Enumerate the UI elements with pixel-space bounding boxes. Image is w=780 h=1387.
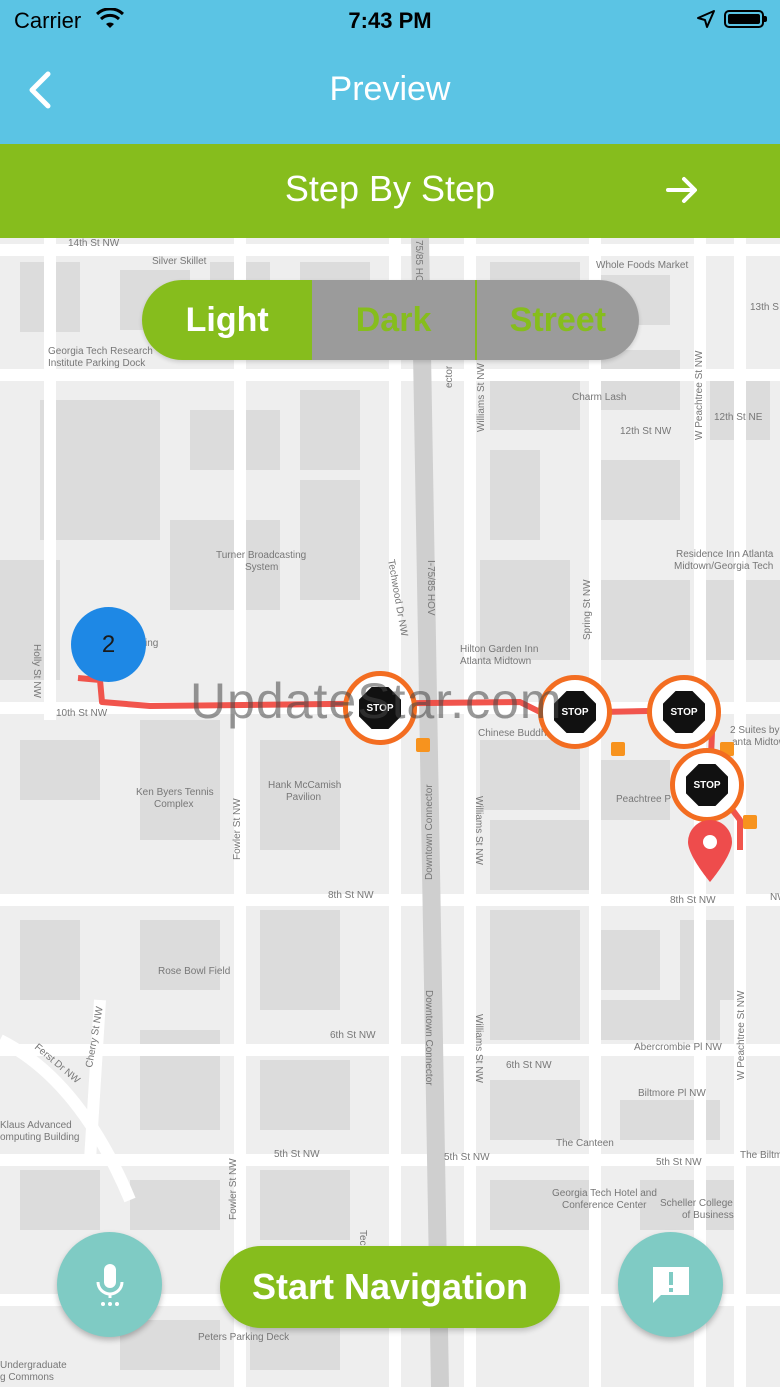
step-by-step-button[interactable]: Step By Step bbox=[0, 144, 780, 238]
map-label: anta Midtown bbox=[732, 737, 780, 748]
clock: 7:43 PM bbox=[348, 8, 432, 33]
map-label: Downtown Connector bbox=[424, 784, 435, 880]
map-label: System bbox=[245, 562, 278, 573]
map-label: W Peachtree St NW bbox=[694, 350, 705, 440]
stop-sign-icon: STOP bbox=[663, 691, 705, 733]
map-label: 12th St NW bbox=[620, 426, 672, 437]
stop-marker[interactable]: STOP bbox=[670, 748, 757, 829]
map-label: of Business bbox=[682, 1210, 734, 1221]
stop-sign-icon: STOP bbox=[554, 691, 596, 733]
destination-pin-icon[interactable] bbox=[686, 820, 734, 889]
map-label: omputing Building bbox=[0, 1132, 80, 1143]
map-label: 8th St NW bbox=[670, 895, 716, 906]
map-style-selector: Light Dark Street bbox=[142, 280, 639, 360]
marker-tail bbox=[743, 815, 757, 829]
step-by-step-label: Step By Step bbox=[284, 168, 496, 209]
map-label: 6th St NW bbox=[506, 1060, 552, 1071]
map-label: 10th St NW bbox=[56, 708, 108, 719]
map-label: Hilton Garden Inn bbox=[460, 644, 538, 655]
map-label: 12th St NE bbox=[714, 412, 763, 423]
map-label: Hank McCamish bbox=[268, 780, 341, 791]
map-label: Conference Center bbox=[562, 1200, 647, 1211]
map-label: Pavilion bbox=[286, 792, 321, 803]
map-label: Tec bbox=[357, 1230, 368, 1246]
map-label: Biltmore Pl NW bbox=[638, 1088, 706, 1099]
map-label: 2 Suites by Hi bbox=[730, 725, 780, 736]
map-label: Holly St NW bbox=[31, 644, 42, 698]
map-label: Residence Inn Atlanta bbox=[676, 549, 774, 560]
map-label: Georgia Tech Research bbox=[48, 346, 153, 357]
map-label: NW bbox=[770, 892, 780, 903]
map-label: Georgia Tech Hotel and bbox=[552, 1188, 657, 1199]
voice-button[interactable] bbox=[57, 1232, 162, 1337]
map-label: g Commons bbox=[0, 1372, 54, 1383]
map-label: W Peachtree St NW bbox=[736, 990, 747, 1080]
marker-tail bbox=[416, 738, 430, 752]
map-label: Midtown/Georgia Tech bbox=[674, 561, 773, 572]
map-label: 5th St NW bbox=[274, 1149, 320, 1160]
map-view[interactable]: 14th St NW Silver Skillet Whole Foods Ma… bbox=[0, 238, 780, 1387]
map-label: Klaus Advanced bbox=[0, 1120, 72, 1131]
map-label: Institute Parking Dock bbox=[48, 358, 146, 369]
map-label: Undergraduate bbox=[0, 1360, 67, 1371]
map-style-light[interactable]: Light bbox=[142, 280, 313, 360]
map-label: Silver Skillet bbox=[152, 256, 207, 267]
map-canvas: 14th St NW Silver Skillet Whole Foods Ma… bbox=[0, 238, 780, 1387]
nav-bar: Preview bbox=[0, 40, 780, 144]
map-label: Turner Broadcasting bbox=[216, 550, 306, 561]
map-label: Charm Lash bbox=[572, 392, 626, 403]
map-label: 5th St NW bbox=[444, 1152, 490, 1163]
map-label: ector bbox=[444, 365, 455, 388]
map-label: Downtown Connector bbox=[423, 990, 434, 1086]
map-label: Peters Parking Deck bbox=[198, 1332, 290, 1343]
map-label: Whole Foods Market bbox=[596, 260, 688, 271]
map-label: Complex bbox=[154, 799, 193, 810]
status-bar: Carrier 7:43 PM bbox=[0, 0, 780, 40]
map-label: Spring St NW bbox=[582, 579, 593, 640]
page-title: Preview bbox=[329, 70, 451, 108]
map-label: 75/85 HO bbox=[413, 240, 424, 283]
map-label: The Canteen bbox=[556, 1138, 614, 1149]
map-label: Fowler St NW bbox=[232, 798, 243, 860]
report-button[interactable] bbox=[618, 1232, 723, 1337]
stop-sign-icon: STOP bbox=[359, 687, 401, 729]
map-label: The Biltm bbox=[740, 1150, 780, 1161]
stop-sign-icon: STOP bbox=[686, 764, 728, 806]
map-label: Fowler St NW bbox=[228, 1158, 239, 1220]
stop-marker[interactable]: STOP bbox=[343, 671, 430, 752]
cluster-marker[interactable]: 2 bbox=[71, 607, 146, 682]
map-style-dark[interactable]: Dark bbox=[312, 280, 475, 360]
map-label: I-75/85 HOV bbox=[425, 560, 436, 616]
map-label: Ken Byers Tennis bbox=[136, 787, 214, 798]
map-label: Peachtree P bbox=[616, 794, 671, 805]
map-label: Chinese Buddh bbox=[478, 728, 546, 739]
stop-marker[interactable]: STOP bbox=[647, 675, 734, 756]
map-label: 8th St NW bbox=[328, 890, 374, 901]
marker-tail bbox=[611, 742, 625, 756]
map-label: Williams St NW bbox=[473, 1014, 484, 1083]
start-navigation-button[interactable]: Start Navigation bbox=[220, 1246, 560, 1328]
map-label: Williams St NW bbox=[473, 796, 484, 865]
map-label: 5th St NW bbox=[656, 1157, 702, 1168]
battery-icon bbox=[724, 10, 767, 28]
map-label: Rose Bowl Field bbox=[158, 966, 230, 977]
stop-marker[interactable]: STOP bbox=[538, 675, 625, 756]
map-label: Atlanta Midtown bbox=[460, 656, 531, 667]
map-label: 6th St NW bbox=[330, 1030, 376, 1041]
map-label: 13th S bbox=[750, 302, 779, 313]
map-label: Abercrombie Pl NW bbox=[634, 1042, 722, 1053]
map-label: Scheller College bbox=[660, 1198, 733, 1209]
report-icon bbox=[652, 1266, 689, 1303]
location-arrow-icon bbox=[696, 9, 716, 34]
map-label: 14th St NW bbox=[68, 238, 120, 249]
map-style-street[interactable]: Street bbox=[474, 280, 639, 360]
map-label: Williams St NW bbox=[476, 363, 487, 432]
microphone-icon bbox=[96, 1263, 123, 1306]
arrow-right-icon bbox=[664, 172, 700, 213]
